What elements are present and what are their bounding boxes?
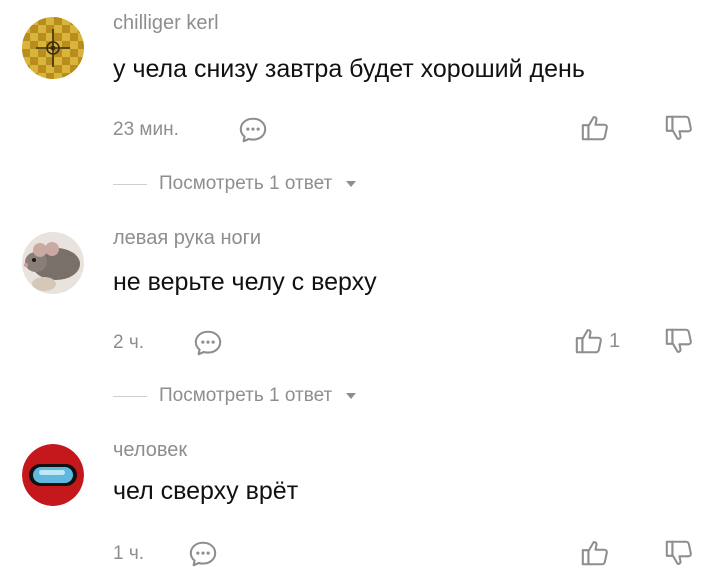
view-replies-label: Посмотреть 1 ответ bbox=[159, 385, 333, 406]
like-count: 1 bbox=[609, 330, 621, 352]
replies-divider bbox=[113, 395, 147, 397]
comment-text: чел сверху врёт bbox=[113, 477, 299, 505]
replies-divider bbox=[113, 183, 147, 185]
speech-bubble-icon[interactable] bbox=[238, 115, 268, 145]
caret-down-icon bbox=[345, 392, 357, 400]
view-replies-button[interactable]: Посмотреть 1 ответ bbox=[113, 172, 357, 196]
comment-timestamp: 23 мин. bbox=[113, 119, 179, 140]
thumbs-up-icon[interactable] bbox=[574, 326, 604, 356]
thumbs-down-icon[interactable] bbox=[664, 326, 694, 356]
avatar[interactable] bbox=[22, 444, 84, 506]
comment-username[interactable]: человек bbox=[113, 439, 187, 462]
comment-text: у чела снизу завтра будет хороший день bbox=[113, 55, 585, 83]
rat-photo-avatar-icon bbox=[22, 232, 84, 294]
comment-timestamp: 2 ч. bbox=[113, 332, 145, 353]
yellow-pattern-avatar-icon bbox=[22, 17, 84, 79]
view-replies-button[interactable]: Посмотреть 1 ответ bbox=[113, 384, 357, 408]
speech-bubble-icon[interactable] bbox=[188, 539, 218, 569]
comment-text: не верьте челу с верху bbox=[113, 268, 377, 296]
avatar[interactable] bbox=[22, 17, 84, 79]
thumbs-down-icon[interactable] bbox=[664, 113, 694, 143]
thumbs-up-icon[interactable] bbox=[580, 538, 610, 568]
caret-down-icon bbox=[345, 180, 357, 188]
speech-bubble-icon[interactable] bbox=[193, 328, 223, 358]
thumbs-down-icon[interactable] bbox=[664, 538, 694, 568]
comment-timestamp: 1 ч. bbox=[113, 543, 145, 564]
thumbs-up-icon[interactable] bbox=[580, 113, 610, 143]
view-replies-label: Посмотреть 1 ответ bbox=[159, 173, 333, 194]
comment-username[interactable]: chilliger kerl bbox=[113, 12, 219, 35]
red-visor-avatar-icon bbox=[22, 444, 84, 506]
comment-username[interactable]: левая рука ноги bbox=[113, 227, 261, 250]
avatar[interactable] bbox=[22, 232, 84, 294]
